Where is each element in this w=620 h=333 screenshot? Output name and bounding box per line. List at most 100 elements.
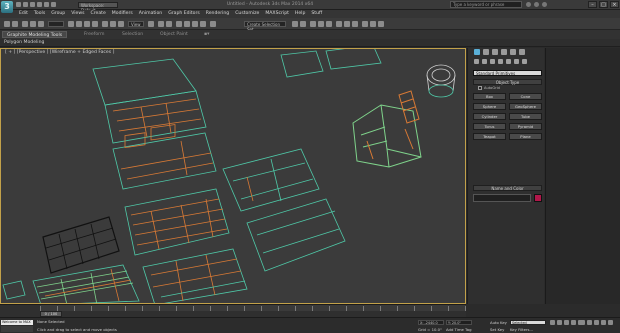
space-warps-icon[interactable]	[514, 59, 519, 64]
curve-editor-icon[interactable]	[336, 21, 342, 27]
motion-tab-icon[interactable]	[501, 49, 507, 55]
close-button[interactable]: ×	[610, 1, 619, 8]
tab-selection[interactable]: Selection	[118, 31, 147, 38]
viewport-scene[interactable]	[1, 49, 466, 304]
zoom-icon[interactable]	[580, 320, 585, 325]
hierarchy-tab-icon[interactable]	[492, 49, 498, 55]
zoom-all-icon[interactable]	[587, 320, 592, 325]
primitive-category-dropdown[interactable]: Standard Primitives	[473, 70, 542, 76]
keyboard-shortcut-icon[interactable]	[166, 21, 172, 27]
auto-key-button[interactable]: Auto Key	[490, 320, 507, 325]
star-icon[interactable]	[534, 2, 539, 7]
modify-tab-icon[interactable]	[483, 49, 489, 55]
autogrid-checkbox[interactable]: AutoGrid	[478, 86, 500, 90]
floor-plan-mesh[interactable]	[124, 188, 230, 256]
rendered-frame-window-icon[interactable]	[370, 21, 376, 27]
display-tab-icon[interactable]	[510, 49, 516, 55]
maxscript-listener[interactable]: Welcome to MAX	[1, 320, 33, 325]
spinner-snap-icon[interactable]	[200, 21, 206, 27]
scene-explorer-icon[interactable]	[310, 21, 316, 27]
select-object-icon[interactable]	[68, 21, 74, 27]
sphere-button[interactable]: Sphere	[473, 103, 506, 110]
pyramid-button[interactable]: Pyramid	[509, 123, 542, 130]
add-time-tag[interactable]: Add Time Tag	[446, 327, 471, 332]
lights-icon[interactable]	[490, 59, 495, 64]
create-tab-icon[interactable]	[474, 49, 480, 55]
minimize-button[interactable]: –	[588, 1, 597, 8]
cone-button[interactable]: Cone	[509, 93, 542, 100]
dome-model[interactable]	[426, 64, 456, 86]
floor-plan-mesh[interactable]	[92, 58, 197, 106]
new-file-icon[interactable]	[16, 2, 21, 7]
object-name-input[interactable]	[473, 194, 531, 202]
utilities-tab-icon[interactable]	[519, 49, 525, 55]
cylinder-button[interactable]: Cylinder	[473, 113, 506, 120]
menu-edit[interactable]: Edit	[16, 10, 31, 18]
y-coordinate-field[interactable]: Y: 20.0"	[446, 320, 472, 325]
selection-filter-dropdown[interactable]	[48, 21, 64, 27]
align-icon[interactable]	[300, 21, 306, 27]
named-selection-set-dropdown[interactable]: Create Selection Set	[244, 21, 286, 32]
menu-create[interactable]: Create	[88, 10, 109, 18]
pivot-center-icon[interactable]	[148, 21, 154, 27]
ribbon-options-icon[interactable]: ▪▾	[200, 31, 213, 38]
prev-frame-icon[interactable]	[557, 320, 562, 325]
select-manipulate-icon[interactable]	[158, 21, 164, 27]
name-and-color-rollout[interactable]: Name and Color	[473, 185, 542, 191]
redo-icon[interactable]	[12, 21, 18, 27]
tab-object-paint[interactable]: Object Paint	[156, 31, 192, 38]
link-icon[interactable]	[22, 21, 28, 27]
autogrid-check-icon[interactable]	[478, 86, 482, 90]
menu-customize[interactable]: Customize	[232, 10, 262, 18]
menu-help[interactable]: Help	[292, 10, 308, 18]
floor-plan-mesh[interactable]	[280, 50, 324, 78]
schematic-view-icon[interactable]	[344, 21, 350, 27]
material-editor-icon[interactable]	[352, 21, 358, 27]
app-logo[interactable]: 3	[1, 1, 13, 13]
floor-plan-mesh[interactable]	[246, 198, 346, 272]
rotate-icon[interactable]	[110, 21, 116, 27]
angle-snap-icon[interactable]	[184, 21, 190, 27]
selected-set-dropdown[interactable]: Selected	[510, 320, 546, 325]
menu-rendering[interactable]: Rendering	[203, 10, 232, 18]
floor-plan-mesh[interactable]	[142, 248, 248, 304]
tube-button[interactable]: Tube	[509, 113, 542, 120]
snaps-toggle-icon[interactable]	[176, 21, 182, 27]
render-setup-icon[interactable]	[362, 21, 368, 27]
tab-freeform[interactable]: Freeform	[80, 31, 108, 38]
menu-group[interactable]: Group	[48, 10, 68, 18]
menu-stuff[interactable]: Stuff	[308, 10, 325, 18]
goto-start-icon[interactable]	[550, 320, 555, 325]
window-crossing-icon[interactable]	[92, 21, 98, 27]
mirror-icon[interactable]	[292, 21, 298, 27]
building-model[interactable]	[352, 104, 422, 168]
render-production-icon[interactable]	[378, 21, 384, 27]
pan-icon[interactable]	[594, 320, 599, 325]
systems-icon[interactable]	[522, 59, 527, 64]
key-filters-button[interactable]: Key Filters...	[510, 327, 533, 332]
geometry-icon[interactable]	[474, 59, 479, 64]
selection-region-icon[interactable]	[84, 21, 90, 27]
shapes-icon[interactable]	[482, 59, 487, 64]
undo-icon[interactable]	[37, 2, 42, 7]
workspace-dropdown[interactable]: Workspace: Default	[78, 2, 118, 13]
binoculars-icon[interactable]	[526, 2, 531, 7]
plane-button[interactable]: Plane	[509, 133, 542, 140]
open-file-icon[interactable]	[23, 2, 28, 7]
layer-manager-icon[interactable]	[318, 21, 324, 27]
undo-icon[interactable]	[4, 21, 10, 27]
orbit-icon[interactable]	[601, 320, 606, 325]
tab-graphite-modeling-tools[interactable]: Graphite Modeling Tools	[2, 31, 68, 38]
small-mesh[interactable]	[2, 280, 26, 300]
maximize-viewport-icon[interactable]	[608, 320, 613, 325]
graphite-toggle-icon[interactable]	[326, 21, 332, 27]
cameras-icon[interactable]	[498, 59, 503, 64]
save-icon[interactable]	[30, 2, 35, 7]
next-frame-icon[interactable]	[571, 320, 576, 325]
move-icon[interactable]	[102, 21, 108, 27]
play-icon[interactable]	[564, 320, 569, 325]
menu-tools[interactable]: Tools	[31, 10, 48, 18]
dark-grid-object[interactable]	[42, 216, 120, 274]
edit-named-selection-icon[interactable]	[210, 21, 216, 27]
scale-icon[interactable]	[118, 21, 124, 27]
